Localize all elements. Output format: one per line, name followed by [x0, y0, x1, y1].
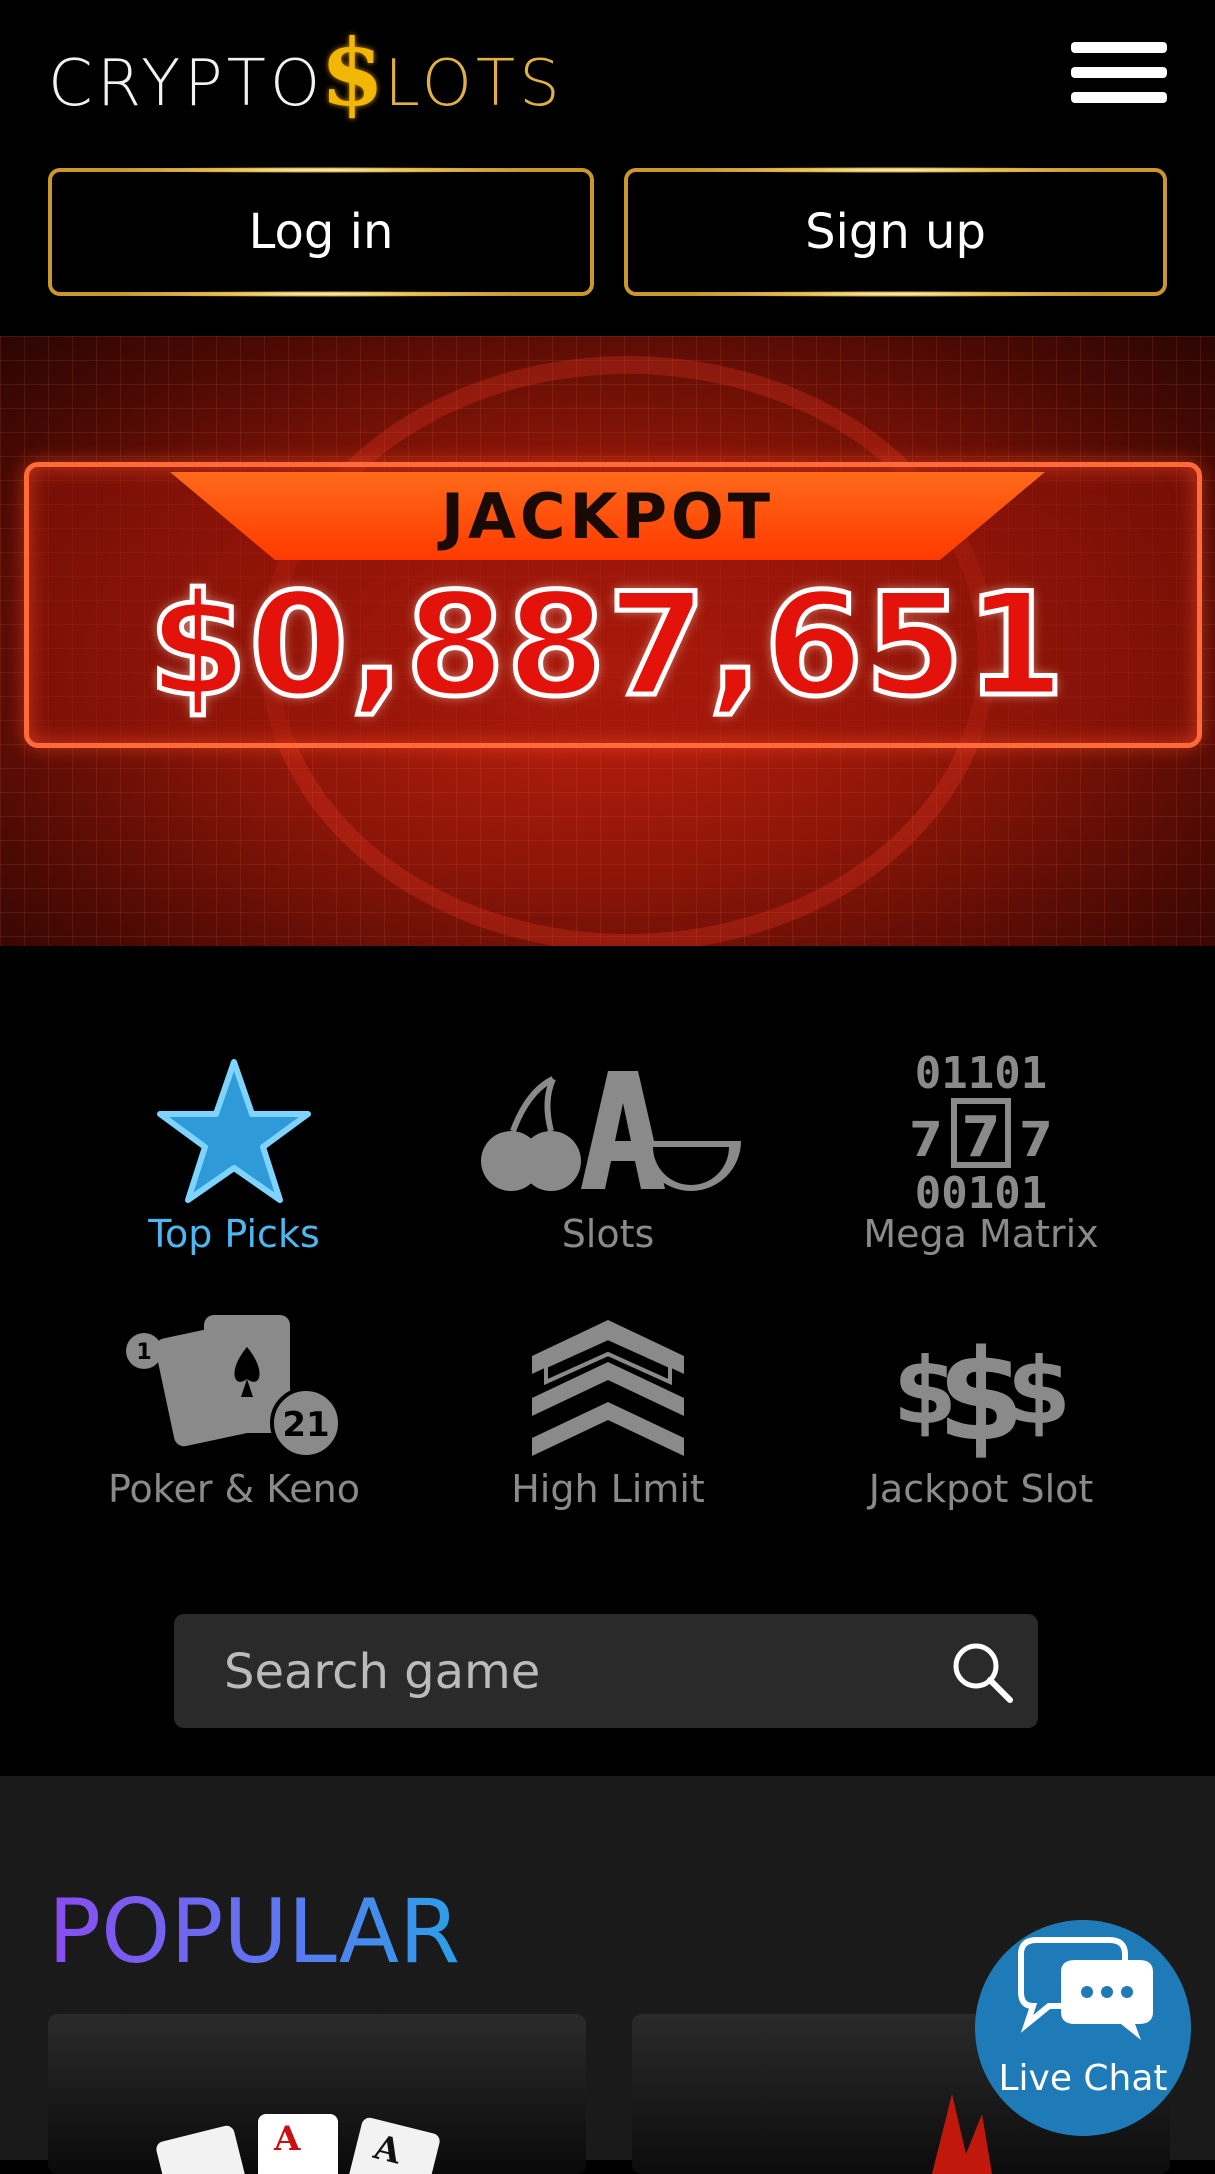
category-poker-keno[interactable]: 1 21 Poker & Keno	[48, 1301, 420, 1541]
signup-button[interactable]: Sign up	[624, 167, 1167, 297]
live-chat-label: Live Chat	[998, 2058, 1168, 2099]
matrix-777-icon: 01101 7 7 7 00101	[795, 1046, 1167, 1216]
search-input[interactable]	[222, 1614, 906, 1730]
jackpot-label: JACKPOT	[440, 479, 775, 553]
search-icon[interactable]	[950, 1640, 1014, 1704]
svg-text:01101: 01101	[915, 1048, 1047, 1099]
category-label: Jackpot Slot	[868, 1467, 1094, 1511]
dollar-signs-icon: $ $ $	[795, 1301, 1167, 1471]
popular-heading: POPULAR	[48, 1880, 461, 1983]
category-label: Slots	[561, 1212, 655, 1256]
logo-text-slots: LOTS	[384, 46, 564, 121]
live-chat-button[interactable]: Live Chat	[975, 1920, 1191, 2136]
svg-text:7: 7	[1019, 1112, 1052, 1168]
category-label: Top Picks	[148, 1212, 320, 1256]
svg-text:21: 21	[282, 1405, 329, 1445]
hamburger-menu-icon[interactable]	[1071, 40, 1167, 104]
playing-cards-thumbnail: A A	[156, 2114, 440, 2174]
svg-text:$: $	[1007, 1338, 1071, 1445]
svg-text:1: 1	[136, 1340, 151, 1365]
jackpot-tag: JACKPOT	[170, 472, 1045, 560]
game-card-cards[interactable]: A A	[48, 2014, 586, 2174]
jackpot-banner[interactable]: JACKPOT $0,887,651	[0, 336, 1215, 946]
login-button[interactable]: Log in	[48, 167, 594, 297]
chevron-rank-icon	[422, 1301, 794, 1471]
poker-cards-icon: 1 21	[48, 1301, 420, 1471]
category-label: Poker & Keno	[108, 1467, 360, 1511]
svg-text:7: 7	[909, 1112, 942, 1168]
category-mega-matrix[interactable]: 01101 7 7 7 00101 Mega Matrix	[795, 1046, 1167, 1286]
chat-bubble-icon	[1018, 1937, 1153, 2040]
search-bar[interactable]	[174, 1614, 1038, 1730]
category-label: High Limit	[511, 1467, 705, 1511]
category-top-picks[interactable]: Top Picks	[48, 1046, 420, 1286]
jackpot-amount: $0,887,651	[146, 563, 1067, 728]
logo-dollar-symbol: $	[320, 18, 389, 127]
category-label: Mega Matrix	[863, 1212, 1099, 1256]
svg-text:7: 7	[962, 1105, 1001, 1170]
category-jackpot-slot[interactable]: $ $ $ Jackpot Slot	[795, 1301, 1167, 1541]
slots-fruit-icon	[422, 1046, 794, 1216]
logo-text-crypto: CRYPTO	[48, 46, 325, 121]
category-slots[interactable]: Slots	[422, 1046, 794, 1286]
svg-text:00101: 00101	[915, 1168, 1047, 1216]
category-high-limit[interactable]: High Limit	[422, 1301, 794, 1541]
site-logo[interactable]: CRYPTO$LOTS	[48, 20, 564, 125]
header: CRYPTO$LOTS Log in Sign up	[0, 0, 1215, 336]
star-icon	[48, 1046, 420, 1216]
svg-text:A: A	[273, 2119, 301, 2159]
